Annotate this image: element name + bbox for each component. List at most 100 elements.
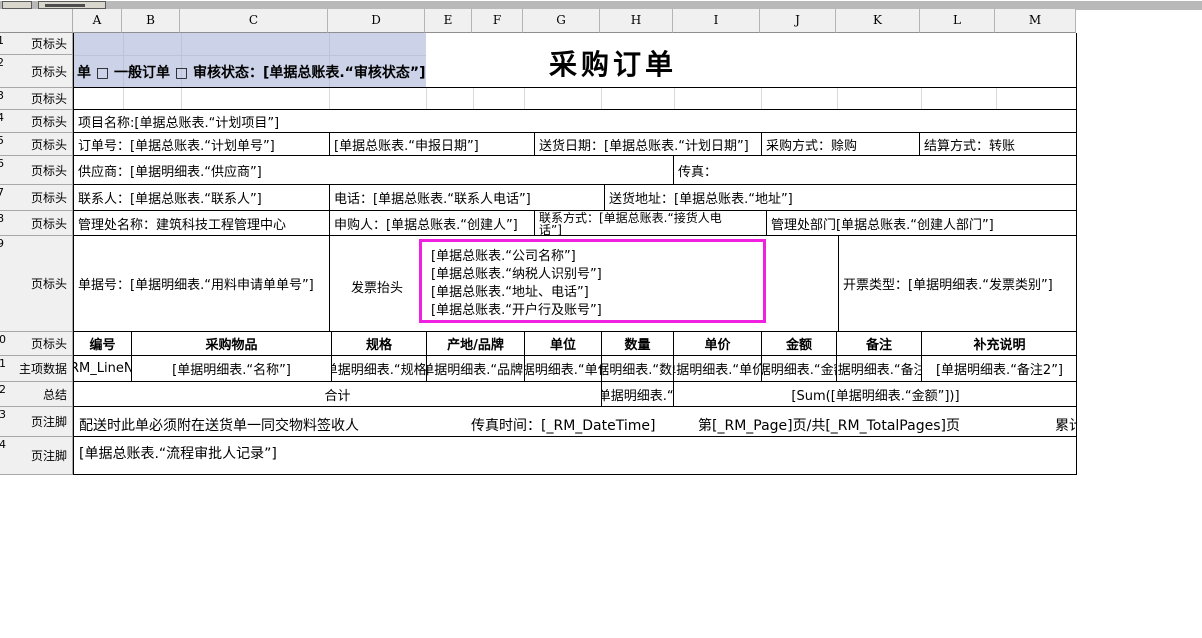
band-row-6: 供应商：[单据明细表.“供应商”] 传真： bbox=[73, 156, 1077, 185]
cell-delivery-date[interactable]: 送货日期：[单据总账表.“计划日期”] bbox=[534, 133, 761, 155]
cell-project-name[interactable]: 项目名称:[单据总账表.“计划项目”] bbox=[74, 110, 1077, 132]
th-unit[interactable]: 单位 bbox=[524, 332, 601, 355]
row-header-1[interactable]: 1页标头 bbox=[0, 33, 73, 55]
column-header-m[interactable]: M bbox=[995, 9, 1076, 33]
cell-fax[interactable]: 传真： bbox=[673, 156, 1077, 184]
footer-page-count: 第[_RM_Page]页/共[_RM_TotalPages]页 bbox=[698, 415, 960, 435]
td-amount[interactable]: [单据明细表.“金额”] bbox=[761, 356, 836, 381]
band-row-12-summary: 合计 [Sum([单据明细表.“数量”])] [Sum([单据明细表.“金额”]… bbox=[73, 382, 1077, 407]
invoice-line: [单据总账表.“地址、电话”] bbox=[431, 284, 763, 302]
row-header-2[interactable]: 2页标头 bbox=[0, 55, 73, 88]
row-header-7[interactable]: 7页标头 bbox=[0, 185, 73, 211]
row-header-6[interactable]: 6页标头 bbox=[0, 156, 73, 185]
cell-delivery-address[interactable]: 送货地址：[单据总账表.“地址”] bbox=[604, 185, 1077, 210]
band-row-7: 联系人：[单据总账表.“联系人”] 电话：[单据总账表.“联系人电话”] 送货地… bbox=[73, 185, 1077, 211]
column-header-h[interactable]: H bbox=[600, 9, 673, 33]
cell-contact-method[interactable]: 联系方式：[单据总账表.“接货人电话”] bbox=[534, 211, 766, 235]
column-header-d[interactable]: D bbox=[328, 9, 425, 33]
td-origin[interactable]: [单据明细表.“品牌”] bbox=[426, 356, 524, 381]
td-spec[interactable]: [单据明细表.“规格”] bbox=[331, 356, 426, 381]
row-header-5[interactable]: 5页标头 bbox=[0, 133, 73, 156]
th-item[interactable]: 采购物品 bbox=[131, 332, 331, 355]
th-origin[interactable]: 产地/品牌 bbox=[426, 332, 524, 355]
grid-corner-cell[interactable] bbox=[0, 9, 73, 33]
invoice-line: [单据总账表.“公司名称”] bbox=[431, 248, 763, 266]
column-header-a[interactable]: A bbox=[73, 9, 122, 33]
row-header-13[interactable]: 13页注脚 bbox=[0, 407, 73, 437]
th-amount[interactable]: 金额 bbox=[761, 332, 836, 355]
row-header-11[interactable]: 11主项数据 bbox=[0, 356, 73, 382]
column-header-f[interactable]: F bbox=[472, 9, 523, 33]
cell-qty-sum[interactable]: [Sum([单据明细表.“数量”])] bbox=[601, 382, 673, 406]
row-header-8[interactable]: 8页标头 bbox=[0, 211, 73, 236]
cell-settlement[interactable]: 结算方式：转账 bbox=[919, 133, 1077, 155]
cell-order-no[interactable]: 订单号：[单据总账表.“计划单号”] bbox=[74, 133, 329, 155]
column-header-e[interactable]: E bbox=[425, 9, 472, 33]
cell-invoice-type[interactable]: 开票类型：[单据明细表.“发票类别”] bbox=[838, 236, 1077, 331]
th-price[interactable]: 单价 bbox=[673, 332, 761, 355]
invoice-line: [单据总账表.“开户行及账号”] bbox=[431, 302, 763, 320]
band-label: 页标头 bbox=[31, 35, 67, 52]
row-header-3[interactable]: 3页标头 bbox=[0, 88, 73, 110]
selection-block[interactable]: 单 □ 一般订单 □ 审核状态：[单据总账表.“审核状态”] bbox=[74, 33, 426, 87]
column-header-g[interactable]: G bbox=[523, 9, 600, 33]
column-header-k[interactable]: K bbox=[836, 9, 920, 33]
band-row-8: 管理处名称：建筑科技工程管理中心 申购人：[单据总账表.“创建人”] 联系方式：… bbox=[73, 211, 1077, 236]
band-rows-1-2: 单 □ 一般订单 □ 审核状态：[单据总账表.“审核状态”] 采购订单 bbox=[73, 33, 1077, 88]
band-label: 页标头 bbox=[31, 63, 67, 80]
td-qty[interactable]: [单据明细表.“数量”] bbox=[601, 356, 673, 381]
column-header-b[interactable]: B bbox=[122, 9, 180, 33]
footer-note: 配送时此单必须附在送货单一同交物料签收人 bbox=[79, 415, 359, 435]
band-label: 页标头 bbox=[31, 162, 67, 179]
td-line-no[interactable]: [_RM_LineNo] bbox=[74, 356, 131, 381]
gridline bbox=[426, 88, 427, 109]
cell-office-name[interactable]: 管理处名称：建筑科技工程管理中心 bbox=[74, 211, 329, 235]
gridline bbox=[473, 88, 474, 109]
band-label: 页标头 bbox=[31, 335, 67, 352]
td-price[interactable]: [单据明细表.“单价”] bbox=[673, 356, 761, 381]
column-header-j[interactable]: J bbox=[760, 9, 836, 33]
th-spec[interactable]: 规格 bbox=[331, 332, 426, 355]
th-extra[interactable]: 补充说明 bbox=[921, 332, 1077, 355]
row-header-10[interactable]: 10页标头 bbox=[0, 332, 73, 356]
band-row-3[interactable] bbox=[73, 88, 1077, 110]
cell-office-department[interactable]: 管理处部门[单据总账表.“创建人部门”] bbox=[766, 211, 1077, 235]
cell-contact-person[interactable]: 联系人：[单据总账表.“联系人”] bbox=[74, 185, 329, 210]
column-header-l[interactable]: L bbox=[920, 9, 995, 33]
report-title[interactable]: 采购订单 bbox=[549, 50, 677, 80]
column-header-i[interactable]: I bbox=[673, 9, 760, 33]
approval-record: [单据总账表.“流程审批人记录”] bbox=[79, 443, 277, 463]
column-header-c[interactable]: C bbox=[180, 9, 328, 33]
row-header-14[interactable]: 14页注脚 bbox=[0, 437, 73, 475]
gridline bbox=[524, 88, 525, 109]
gridline bbox=[181, 88, 182, 109]
th-qty[interactable]: 数量 bbox=[601, 332, 673, 355]
td-remark[interactable]: [单据明细表.“备注”] bbox=[836, 356, 921, 381]
band-label: 页标头 bbox=[31, 189, 67, 206]
row-header-12[interactable]: 12总结 bbox=[0, 382, 73, 407]
cell-requester[interactable]: 申购人：[单据总账表.“创建人”] bbox=[329, 211, 534, 235]
band-label: 页注脚 bbox=[31, 413, 67, 430]
cell-supplier[interactable]: 供应商：[单据明细表.“供应商”] bbox=[74, 156, 673, 184]
band-row-13-footer[interactable]: 配送时此单必须附在送货单一同交物料签收人 传真时间：[_RM_DateTime]… bbox=[73, 407, 1077, 437]
selected-element-box[interactable]: [单据总账表.“公司名称”] [单据总账表.“纳税人识别号”] [单据总账表.“… bbox=[419, 239, 766, 323]
row-header-4[interactable]: 4页标头 bbox=[0, 110, 73, 133]
cell-total-label[interactable]: 合计 bbox=[74, 382, 601, 406]
th-remark[interactable]: 备注 bbox=[836, 332, 921, 355]
th-number[interactable]: 编号 bbox=[74, 332, 131, 355]
cell-purchase-method[interactable]: 采购方式：赊购 bbox=[761, 133, 919, 155]
row-header-9[interactable]: 9页标头 bbox=[0, 236, 73, 332]
toolbar-button-fragment[interactable] bbox=[2, 1, 32, 9]
cell-amount-sum[interactable]: [Sum([单据明细表.“金额”])] bbox=[673, 382, 1077, 406]
band-row-14-approval[interactable]: [单据总账表.“流程审批人记录”] bbox=[73, 437, 1077, 475]
td-item[interactable]: [单据明细表.“名称”] bbox=[131, 356, 331, 381]
invoice-title-label: 发票抬头 bbox=[351, 277, 403, 296]
cell-doc-no[interactable]: 单据号：[单据明细表.“用料申请单单号”] bbox=[74, 236, 329, 331]
invoice-line: [单据总账表.“纳税人识别号”] bbox=[431, 266, 763, 284]
cell-contact-phone[interactable]: 电话：[单据总账表.“联系人电话”] bbox=[329, 185, 604, 210]
band-row-10-table-header: 编号 采购物品 规格 产地/品牌 单位 数量 单价 金额 备注 补充说明 bbox=[73, 332, 1077, 356]
toolbar-dropdown-fragment[interactable] bbox=[38, 1, 106, 9]
td-unit[interactable]: [单据明细表.“单位”] bbox=[524, 356, 601, 381]
cell-declare-date[interactable]: [单据总账表.“申报日期”] bbox=[329, 133, 534, 155]
td-extra[interactable]: [单据明细表.“备注2”] bbox=[921, 356, 1077, 381]
